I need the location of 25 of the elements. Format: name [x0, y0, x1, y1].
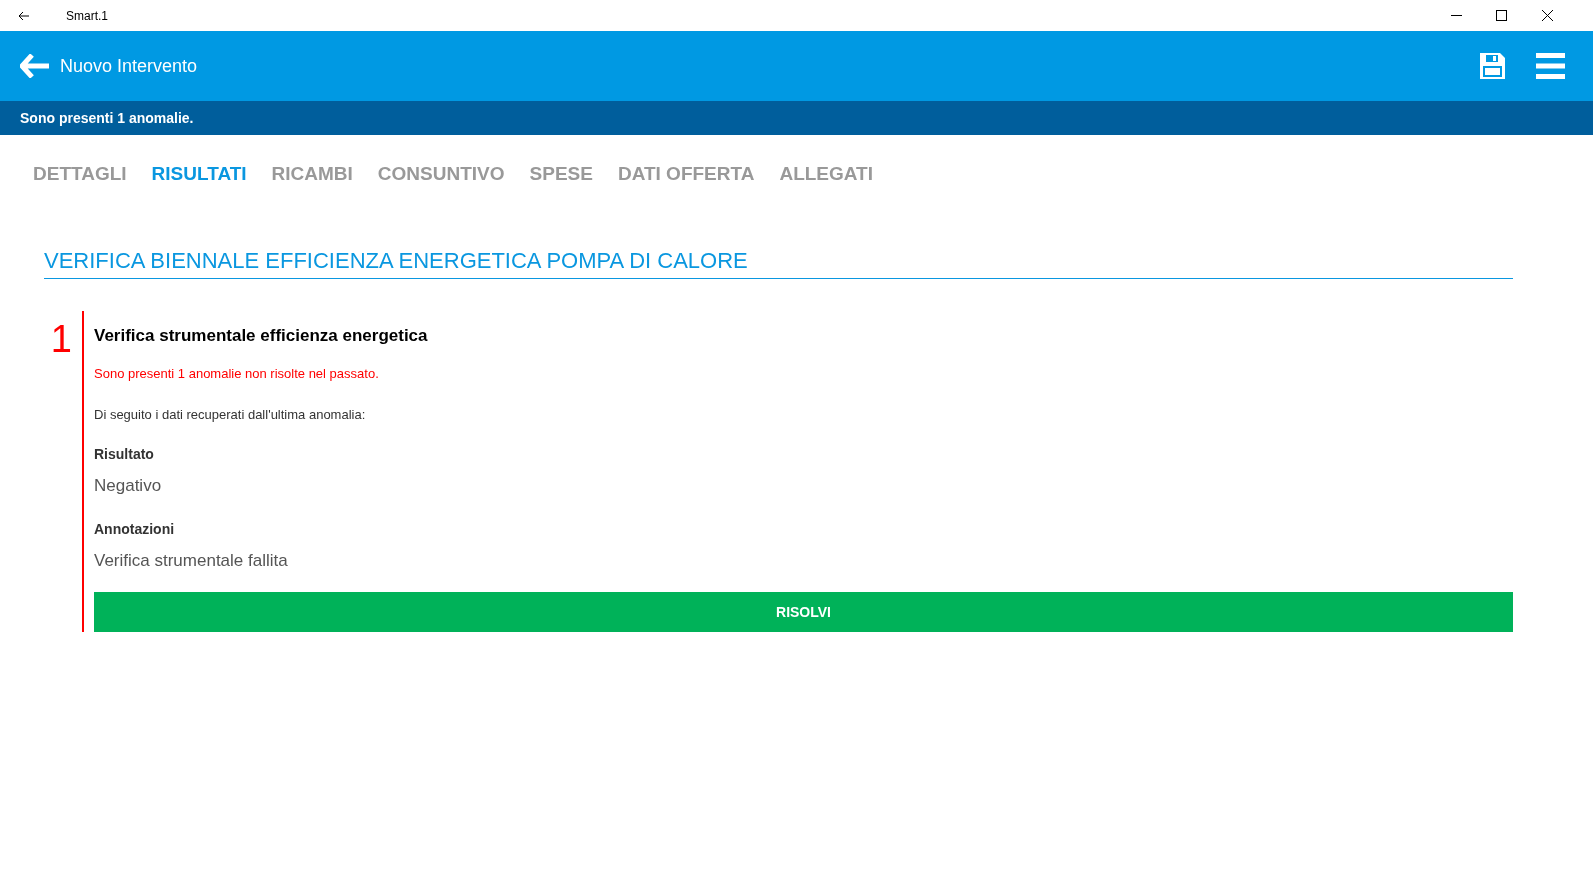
- section-title: VERIFICA BIENNALE EFFICIENZA ENERGETICA POMPA DI CALORE: [44, 247, 748, 273]
- tab[interactable]: DETTAGLI: [33, 160, 127, 189]
- tab[interactable]: RICAMBI: [271, 160, 353, 189]
- back-arrow-icon[interactable]: [18, 9, 30, 22]
- close-icon[interactable]: [1542, 10, 1553, 21]
- item-number: 1: [49, 318, 73, 362]
- tab[interactable]: RISULTATI: [151, 160, 247, 189]
- intro-text: Di seguito i dati recuperati dall'ultima anomalia:: [94, 405, 367, 424]
- tab[interactable]: DATI OFFERTA: [617, 160, 755, 189]
- tab[interactable]: CONSUNTIVO: [377, 160, 505, 189]
- save-icon[interactable]: [1479, 52, 1506, 80]
- field-label: Annotazioni: [94, 519, 176, 539]
- window-title: Smart.1: [66, 7, 108, 25]
- field-value: Negativo: [94, 475, 163, 497]
- tab[interactable]: SPESE: [529, 160, 593, 189]
- field-value: Verifica strumentale fallita: [94, 549, 289, 572]
- warning-text: Sono presenti 1 anomalie non risolte nel passato.: [94, 365, 380, 383]
- page-title: Nuovo Intervento: [60, 54, 198, 78]
- item-title: Verifica strumentale efficienza energetica: [94, 324, 429, 347]
- menu-icon[interactable]: [1536, 53, 1565, 79]
- tab[interactable]: ALLEGATI: [779, 160, 873, 189]
- resolve-button[interactable]: RISOLVI: [94, 592, 1513, 632]
- field-label: Risultato: [94, 445, 155, 464]
- notice-text: Sono presenti 1 anomalie.: [20, 108, 194, 128]
- maximize-icon[interactable]: [1496, 10, 1507, 21]
